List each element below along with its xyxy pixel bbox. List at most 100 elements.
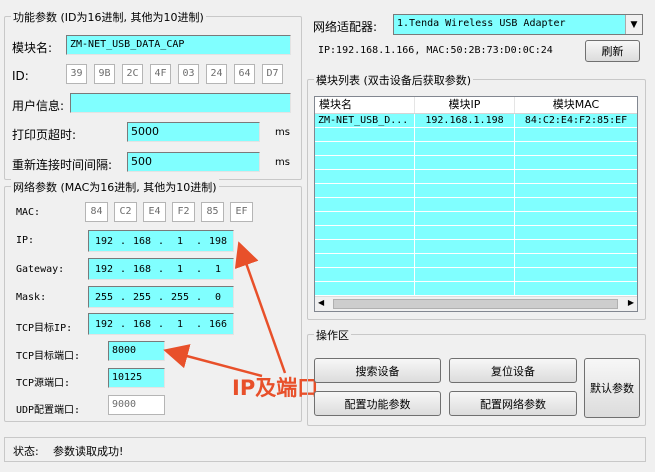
adapter-select[interactable]: 1.Tenda Wireless USB Adapter ▼ <box>393 14 643 35</box>
table-cell <box>315 254 415 267</box>
table-header: 模块名 模块IP 模块MAC <box>315 97 637 114</box>
table-row[interactable] <box>315 282 637 296</box>
table-cell <box>315 156 415 169</box>
scroll-right-icon[interactable]: ▶ <box>628 298 634 307</box>
ip-octet-4: 198 <box>208 235 228 247</box>
table-cell <box>415 170 515 183</box>
table-cell <box>315 240 415 253</box>
scroll-left-icon[interactable]: ◀ <box>318 298 324 307</box>
mac-byte-field: EF <box>230 202 253 222</box>
table-cell <box>515 254 637 267</box>
gateway-input[interactable]: 192. 168. 1. 1 <box>88 258 234 280</box>
chevron-down-icon: ▼ <box>630 19 638 30</box>
status-text: 参数读取成功! <box>53 445 124 458</box>
user-info-label: 用户信息: <box>12 99 65 113</box>
column-header-ip[interactable]: 模块IP <box>415 97 515 113</box>
user-info-input[interactable] <box>70 93 291 113</box>
function-params-title: 功能参数 (ID为16进制, 其他为10进制) <box>11 9 206 25</box>
table-rows: ZM-NET_USB_D... 192.168.1.198 84:C2:E4:F2:… <box>315 114 637 296</box>
search-devices-button[interactable]: 搜索设备 <box>314 358 441 383</box>
module-list-title: 模块列表 (双击设备后获取参数) <box>314 72 474 88</box>
reconnect-input[interactable]: 500 <box>127 152 260 172</box>
table-cell <box>315 128 415 141</box>
tcp-target-port-label: TCP目标端口: <box>16 351 81 362</box>
table-cell <box>415 128 515 141</box>
mac-byte-field: F2 <box>172 202 195 222</box>
reconnect-label: 重新连接时间间隔: <box>12 158 113 172</box>
network-params-title: 网络参数 (MAC为16进制, 其他为10进制) <box>11 179 219 195</box>
config-network-button[interactable]: 配置网络参数 <box>449 391 577 416</box>
gateway-octet-1: 192 <box>94 263 114 275</box>
table-cell <box>415 240 515 253</box>
table-row[interactable] <box>315 212 637 226</box>
status-bar: 状态: 参数读取成功! <box>4 437 646 462</box>
mac-byte-field: 85 <box>201 202 224 222</box>
id-byte-field: 64 <box>234 64 255 84</box>
table-cell <box>315 268 415 281</box>
gateway-octet-4: 1 <box>214 263 222 275</box>
udp-port-input: 9000 <box>108 395 165 415</box>
adapter-info: IP:192.168.1.166, MAC:50:2B:73:D0:0C:24 <box>318 45 553 56</box>
module-name-label: 模块名: <box>12 41 53 55</box>
adapter-dropdown-button[interactable]: ▼ <box>625 15 642 34</box>
config-function-button[interactable]: 配置功能参数 <box>314 391 441 416</box>
operations-title: 操作区 <box>314 327 351 343</box>
table-row[interactable] <box>315 128 637 142</box>
search-devices-label: 搜索设备 <box>355 364 400 378</box>
gateway-octet-3: 1 <box>176 263 184 275</box>
tcp-src-port-label: TCP源端口: <box>16 378 71 389</box>
table-cell <box>315 170 415 183</box>
table-row[interactable] <box>315 184 637 198</box>
reset-device-button[interactable]: 复位设备 <box>449 358 577 383</box>
table-cell: 84:C2:E4:F2:85:EF <box>524 115 628 126</box>
column-header-name[interactable]: 模块名 <box>315 97 415 113</box>
horizontal-scrollbar[interactable]: ◀ ▶ <box>315 296 637 311</box>
table-cell <box>515 226 637 239</box>
id-label: ID: <box>12 69 29 83</box>
tcp-src-port-input[interactable]: 10125 <box>108 368 165 388</box>
mac-byte-field: E4 <box>143 202 166 222</box>
table-cell <box>315 184 415 197</box>
table-cell <box>515 184 637 197</box>
table-cell <box>415 254 515 267</box>
scrollbar-thumb[interactable] <box>333 299 618 309</box>
reset-device-label: 复位设备 <box>491 364 535 378</box>
mac-byte-field: C2 <box>114 202 137 222</box>
module-table[interactable]: 模块名 模块IP 模块MAC ZM-NET_USB_D... 192.168.1.… <box>314 96 638 312</box>
table-row[interactable] <box>315 254 637 268</box>
table-row[interactable] <box>315 170 637 184</box>
tcp-target-octet-3: 1 <box>176 318 184 330</box>
tcp-target-ip-label: TCP目标IP: <box>16 323 73 334</box>
table-row[interactable]: ZM-NET_USB_D... 192.168.1.198 84:C2:E4:F2:… <box>315 114 637 128</box>
mask-octet-4: 0 <box>214 291 222 303</box>
table-cell <box>515 198 637 211</box>
tcp-target-ip-input[interactable]: 192. 168. 1. 166 <box>88 313 234 335</box>
table-cell <box>415 226 515 239</box>
default-params-label: 默认参数 <box>590 382 634 395</box>
table-row[interactable] <box>315 268 637 282</box>
refresh-button[interactable]: 刷新 <box>585 40 640 62</box>
module-name-input[interactable]: ZM-NET_USB_DATA_CAP <box>66 35 291 55</box>
column-header-mac[interactable]: 模块MAC <box>515 97 637 113</box>
print-timeout-unit: ms <box>275 127 290 138</box>
ip-address-input[interactable]: 192. 168. 1. 198 <box>88 230 234 252</box>
table-cell <box>315 212 415 225</box>
table-cell <box>415 184 515 197</box>
table-row[interactable] <box>315 198 637 212</box>
table-row[interactable] <box>315 156 637 170</box>
config-network-label: 配置网络参数 <box>480 397 546 411</box>
table-cell <box>315 282 415 295</box>
mask-label: Mask: <box>16 292 47 303</box>
ip-octet-1: 192 <box>94 235 114 247</box>
mask-input[interactable]: 255. 255. 255. 0 <box>88 286 234 308</box>
print-timeout-input[interactable]: 5000 <box>127 122 260 142</box>
table-row[interactable] <box>315 142 637 156</box>
reconnect-unit: ms <box>275 157 290 168</box>
default-params-button[interactable]: 默认参数 <box>584 358 640 418</box>
tcp-target-port-input[interactable]: 8000 <box>108 341 165 361</box>
table-cell <box>515 282 637 295</box>
table-row[interactable] <box>315 240 637 254</box>
table-row[interactable] <box>315 226 637 240</box>
config-function-label: 配置功能参数 <box>344 397 411 411</box>
refresh-button-label: 刷新 <box>601 45 624 58</box>
